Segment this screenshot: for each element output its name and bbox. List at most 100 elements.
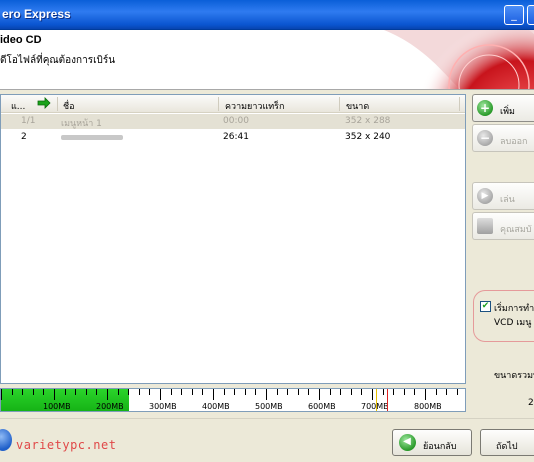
capacity-tick xyxy=(255,389,257,395)
capacity-tick xyxy=(393,389,395,395)
capacity-tick xyxy=(435,389,437,395)
add-button[interactable]: + เพิ่ม xyxy=(472,94,534,122)
capacity-tick xyxy=(329,389,331,395)
capacity-label: 600MB xyxy=(308,402,336,411)
capacity-tick xyxy=(372,389,373,400)
capacity-tick xyxy=(54,389,55,400)
capacity-label: 800MB xyxy=(414,402,442,411)
back-arrow-icon: ◀ xyxy=(399,434,416,451)
properties-icon xyxy=(477,218,493,234)
window-title: ero Express xyxy=(2,7,71,21)
capacity-tick xyxy=(149,389,151,395)
capacity-label: 200MB xyxy=(96,402,124,411)
column-separator xyxy=(459,97,460,111)
capacity-label: 100MB xyxy=(43,402,71,411)
remove-button[interactable]: − ลบออก xyxy=(472,124,534,152)
col-track-length[interactable]: ความยาวแทร็ก xyxy=(225,99,284,113)
capacity-tick xyxy=(276,389,278,395)
list-header: แ... ชื่อ ความยาวแทร็ก ขนาด xyxy=(1,95,465,113)
capacity-tick xyxy=(456,389,458,395)
capacity-tick xyxy=(244,389,246,395)
capacity-tick xyxy=(43,389,45,395)
capacity-label: 700MB xyxy=(361,402,389,411)
watermark-text: varietypc.net xyxy=(16,438,117,452)
plus-icon: + xyxy=(477,100,493,116)
capacity-label: 400MB xyxy=(202,402,230,411)
list-row-menu[interactable]: 1/1 เมนูหน้า 1 00:00 352 x 288 xyxy=(1,114,465,129)
capacity-tick xyxy=(319,389,320,400)
column-separator xyxy=(339,97,340,111)
help-icon[interactable] xyxy=(0,429,12,451)
title-bar: ero Express _ xyxy=(0,0,534,30)
row-size: 352 x 288 xyxy=(345,116,391,126)
capacity-tick xyxy=(191,389,193,395)
minus-icon: − xyxy=(477,130,493,146)
capacity-tick xyxy=(1,389,2,400)
row-length: 00:00 xyxy=(223,116,249,126)
capacity-tick xyxy=(85,389,87,395)
capacity-tick xyxy=(266,389,267,400)
capacity-label: 300MB xyxy=(149,402,177,411)
capacity-tick xyxy=(425,389,426,400)
capacity-label: 500MB xyxy=(255,402,283,411)
capacity-tick xyxy=(350,389,352,395)
capacity-tick xyxy=(181,389,183,395)
capacity-tick xyxy=(361,389,363,395)
action-sidebar: + เพิ่ม − ลบออก ▶ เล่น คุณสมบั ✔ เริ่มกา… xyxy=(468,94,534,424)
capacity-tick xyxy=(128,389,130,395)
capacity-tick xyxy=(202,389,204,395)
capacity-tick xyxy=(414,389,416,395)
capacity-tick xyxy=(382,389,384,395)
total-size-label: ขนาดรวมบ xyxy=(494,371,534,381)
capacity-tick xyxy=(223,389,225,395)
total-size-value: 2 xyxy=(528,398,534,408)
disc-capacity-bar: 100MB 200MB 300MB 400MB 500MB 600MB 700M… xyxy=(0,388,466,412)
capacity-tick xyxy=(75,389,77,395)
capacity-tick xyxy=(64,389,66,395)
play-icon: ▶ xyxy=(477,188,493,204)
wizard-footer: varietypc.net ◀ ย้อนกลับ ถัดไป xyxy=(0,418,534,462)
sort-arrow-icon xyxy=(37,97,51,113)
capacity-tick xyxy=(170,389,172,395)
page-subtitle: ิดีโอไฟล์ที่คุณต้องการเบิร์น xyxy=(0,55,116,66)
minimize-button[interactable]: _ xyxy=(504,5,524,25)
capacity-tick xyxy=(403,389,405,395)
column-separator xyxy=(57,97,58,111)
col-index[interactable]: แ... xyxy=(11,99,25,113)
vcd-menu-option: ✔ เริ่มการทำง VCD เมนู xyxy=(473,290,534,342)
column-separator xyxy=(218,97,219,111)
capacity-tick xyxy=(160,389,161,400)
row-index: 1/1 xyxy=(21,116,36,126)
capacity-tick xyxy=(287,389,289,395)
list-row-video[interactable]: 2 26:41 352 x 240 xyxy=(1,130,465,145)
vcd-menu-label: เริ่มการทำง xyxy=(494,304,534,314)
capacity-tick xyxy=(138,389,140,395)
vcd-menu-label-2: VCD เมนู xyxy=(494,318,532,328)
back-button[interactable]: ◀ ย้อนกลับ xyxy=(392,429,472,456)
row-size: 352 x 240 xyxy=(345,132,391,142)
file-list[interactable]: แ... ชื่อ ความยาวแทร็ก ขนาด 1/1 เมนูหน้า… xyxy=(0,94,466,384)
properties-button[interactable]: คุณสมบั xyxy=(472,212,534,240)
next-button[interactable]: ถัดไป xyxy=(480,429,534,456)
capacity-tick xyxy=(446,389,448,395)
capacity-tick xyxy=(107,389,108,400)
capacity-tick xyxy=(96,389,98,395)
col-name[interactable]: ชื่อ xyxy=(63,99,75,113)
maximize-button[interactable] xyxy=(527,5,534,25)
row-length: 26:41 xyxy=(223,132,249,142)
capacity-tick xyxy=(22,389,24,395)
wizard-header: ideo CD ิดีโอไฟล์ที่คุณต้องการเบิร์น xyxy=(0,30,534,90)
capacity-tick xyxy=(234,389,236,395)
capacity-tick xyxy=(340,389,342,395)
capacity-tick xyxy=(297,389,299,395)
capacity-tick xyxy=(213,389,214,400)
vcd-menu-checkbox[interactable]: ✔ xyxy=(480,301,491,312)
play-button[interactable]: ▶ เล่น xyxy=(472,182,534,210)
col-size[interactable]: ขนาด xyxy=(346,99,369,113)
row-name-redacted xyxy=(61,135,123,140)
capacity-limit-marker-red xyxy=(387,389,388,411)
nero-logo-art xyxy=(364,30,534,89)
page-title: ideo CD xyxy=(0,34,42,46)
capacity-tick xyxy=(11,389,13,395)
capacity-tick xyxy=(117,389,119,395)
